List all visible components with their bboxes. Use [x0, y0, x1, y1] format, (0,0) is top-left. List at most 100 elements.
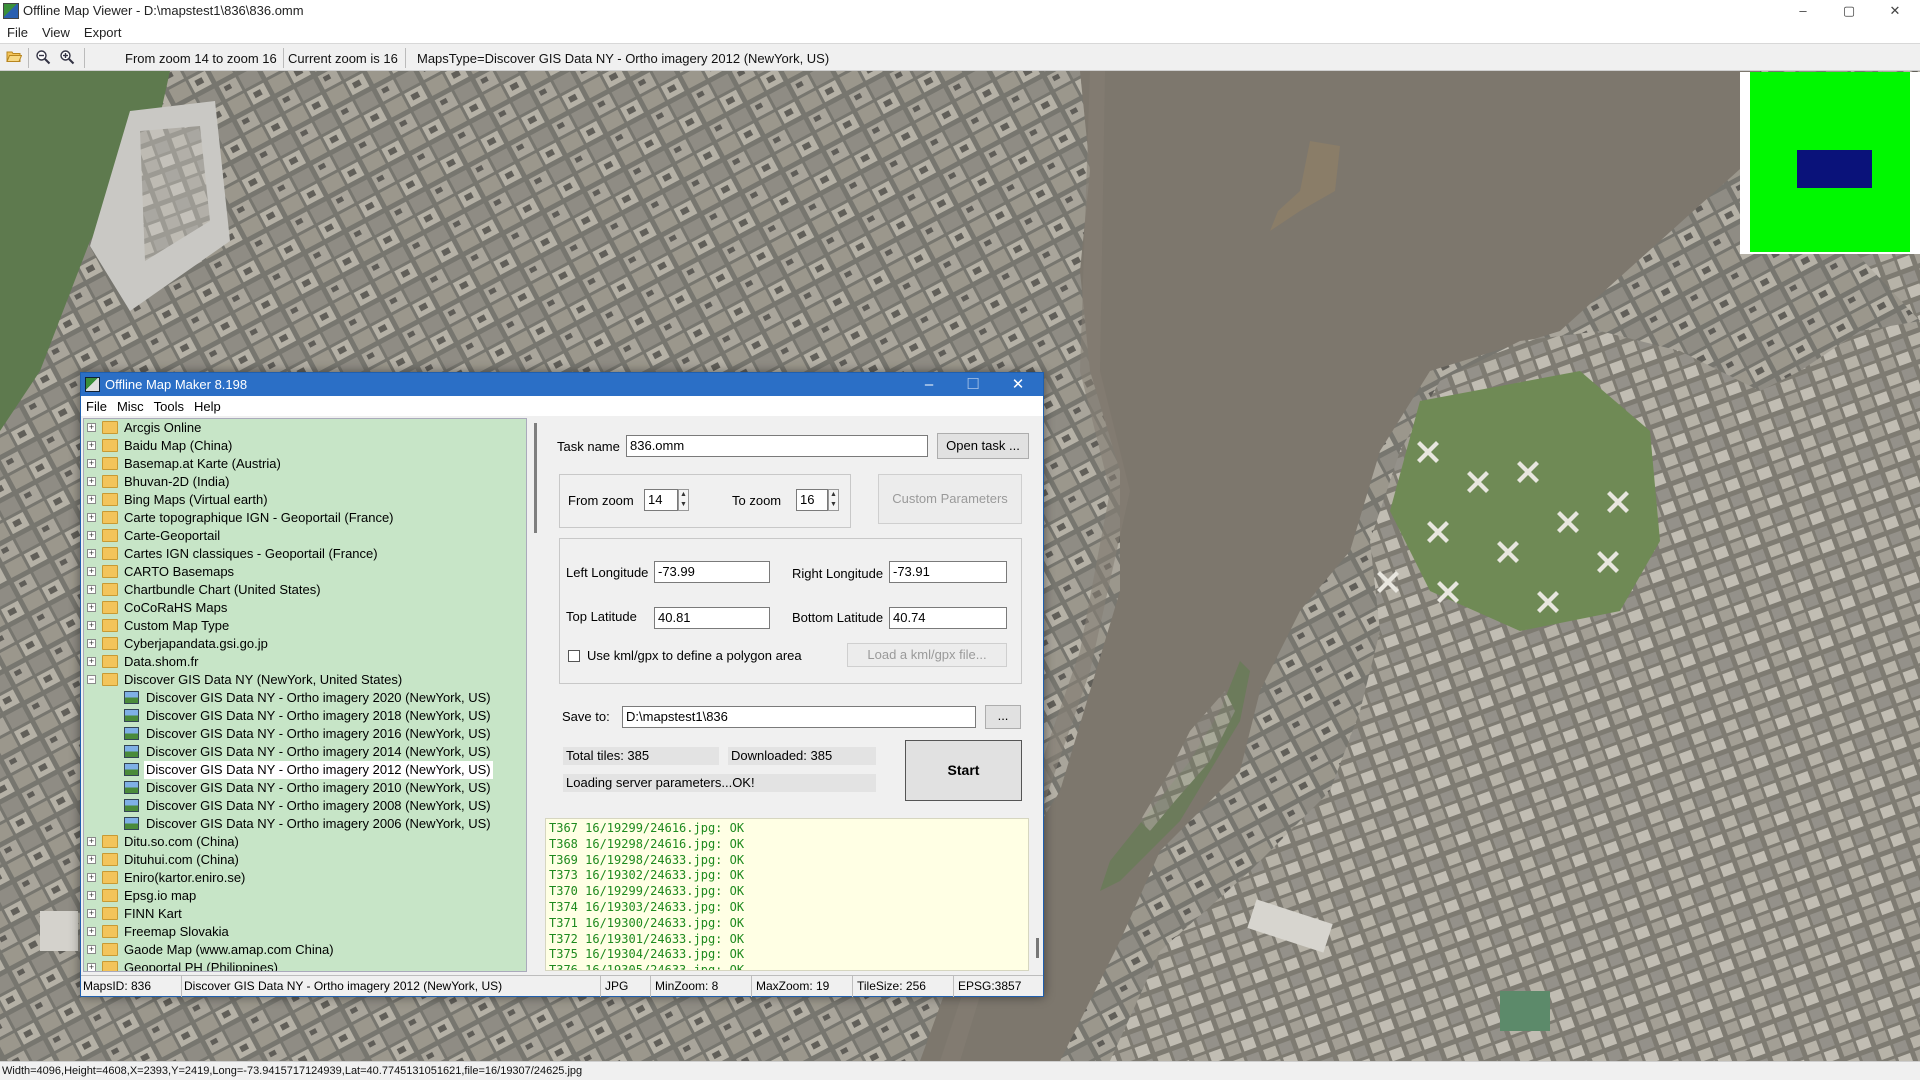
tree-folder-item[interactable]: + Cartes IGN classiques - Geoportail (Fra… [84, 545, 524, 563]
tree-folder-item[interactable]: − Discover GIS Data NY (NewYork, United S… [84, 671, 524, 689]
expand-icon[interactable]: + [87, 567, 96, 576]
save-to-input[interactable]: D:\mapstest1\836 [622, 706, 976, 728]
custom-parameters-button[interactable]: Custom Parameters [878, 474, 1022, 524]
restore-button[interactable]: ▢ [1826, 0, 1872, 22]
expand-icon[interactable]: + [87, 441, 96, 450]
menu-view[interactable]: View [35, 22, 77, 43]
zoom-out-icon[interactable] [34, 49, 52, 67]
tree-map-item[interactable]: Discover GIS Data NY - Ortho imagery 201… [84, 779, 524, 797]
minimize-button[interactable]: – [1780, 0, 1826, 22]
expand-icon[interactable]: + [87, 477, 96, 486]
tree-folder-item[interactable]: + Freemap Slovakia [84, 923, 524, 941]
tree-map-item[interactable]: Discover GIS Data NY - Ortho imagery 201… [84, 743, 524, 761]
tree-map-item[interactable]: Discover GIS Data NY - Ortho imagery 202… [84, 689, 524, 707]
tree-folder-item[interactable]: + Epsg.io map [84, 887, 524, 905]
left-longitude-input[interactable]: -73.99 [654, 561, 770, 583]
expand-icon[interactable]: + [87, 837, 96, 846]
start-button[interactable]: Start [905, 740, 1022, 801]
dialog-menu-misc[interactable]: Misc [112, 396, 149, 417]
expand-icon[interactable]: + [87, 873, 96, 882]
tree-folder-item[interactable]: + Baidu Map (China) [84, 437, 524, 455]
top-latitude-input[interactable]: 40.81 [654, 607, 770, 629]
tree-folder-item[interactable]: + Arcgis Online [84, 419, 524, 437]
tree-folder-item[interactable]: + Carte topographique IGN - Geoportail (F… [84, 509, 524, 527]
tree-folder-item[interactable]: + Geoportal PH (Philippines) [84, 959, 524, 971]
overview-viewport-indicator[interactable] [1797, 150, 1872, 188]
use-kml-checkbox[interactable] [568, 650, 580, 662]
dialog-menu-help[interactable]: Help [189, 396, 226, 417]
tree-folder-item[interactable]: + Data.shom.fr [84, 653, 524, 671]
tree-folder-item[interactable]: + Eniro(kartor.eniro.se) [84, 869, 524, 887]
tree-map-item[interactable]: Discover GIS Data NY - Ortho imagery 201… [84, 725, 524, 743]
dialog-close-button[interactable]: ✕ [996, 373, 1040, 396]
tree-map-item[interactable]: Discover GIS Data NY - Ortho imagery 200… [84, 797, 524, 815]
tree-folder-item[interactable]: + Bhuvan-2D (India) [84, 473, 524, 491]
tree-scrollbar[interactable] [531, 418, 541, 972]
menu-export[interactable]: Export [77, 22, 129, 43]
log-line: T369 16/19298/24633.jpg: OK [549, 852, 745, 867]
tree-folder-item[interactable]: + Carte-Geoportail [84, 527, 524, 545]
expand-icon[interactable]: + [87, 603, 96, 612]
open-folder-icon[interactable] [5, 49, 23, 67]
expand-icon[interactable]: + [87, 855, 96, 864]
expand-icon[interactable]: + [87, 423, 96, 432]
log-scrollbar[interactable] [1031, 818, 1043, 971]
from-zoom-spinner[interactable]: ▲ ▼ [678, 489, 689, 511]
tree-item-label: Discover GIS Data NY - Ortho imagery 202… [146, 690, 491, 705]
right-longitude-input[interactable]: -73.91 [889, 561, 1007, 583]
browse-folder-button[interactable]: ... [985, 705, 1021, 729]
download-log[interactable]: T367 16/19299/24616.jpg: OK T368 16/19298… [545, 818, 1029, 971]
expand-icon[interactable]: + [87, 909, 96, 918]
expand-icon[interactable]: + [87, 531, 96, 540]
folder-icon [102, 655, 118, 668]
close-button[interactable]: ✕ [1872, 0, 1918, 22]
expand-icon[interactable]: + [87, 927, 96, 936]
load-kml-button[interactable]: Load a kml/gpx file... [847, 643, 1007, 667]
tree-folder-item[interactable]: + Bing Maps (Virtual earth) [84, 491, 524, 509]
dialog-menu-file[interactable]: File [81, 396, 112, 417]
tree-map-item[interactable]: Discover GIS Data NY - Ortho imagery 200… [84, 815, 524, 833]
collapse-icon[interactable]: − [87, 675, 96, 684]
open-task-button[interactable]: Open task ... [937, 433, 1029, 459]
expand-icon[interactable]: + [87, 549, 96, 558]
tree-folder-item[interactable]: + Gaode Map (www.amap.com China) [84, 941, 524, 959]
tree-folder-item[interactable]: + Dituhui.com (China) [84, 851, 524, 869]
tree-folder-item[interactable]: + Chartbundle Chart (United States) [84, 581, 524, 599]
tree-folder-item[interactable]: + CARTO Basemaps [84, 563, 524, 581]
expand-icon[interactable]: + [87, 495, 96, 504]
dialog-menu-tools[interactable]: Tools [149, 396, 189, 417]
bottom-latitude-input[interactable]: 40.74 [889, 607, 1007, 629]
expand-icon[interactable]: + [87, 891, 96, 900]
current-zoom-label: Current zoom is 16 [288, 51, 398, 66]
dialog-maximize-button[interactable]: ☐ [951, 373, 995, 396]
expand-icon[interactable]: + [87, 945, 96, 954]
task-name-input[interactable]: 836.omm [626, 435, 928, 457]
zoom-in-icon[interactable] [58, 49, 76, 67]
tree-folder-item[interactable]: + Basemap.at Karte (Austria) [84, 455, 524, 473]
tree-map-item[interactable]: Discover GIS Data NY - Ortho imagery 201… [84, 761, 524, 779]
to-zoom-input[interactable]: 16 [796, 489, 828, 511]
log-scrollbar-thumb[interactable] [1036, 938, 1039, 958]
tree-item-label: Ditu.so.com (China) [124, 834, 239, 849]
tree-folder-item[interactable]: + CoCoRaHS Maps [84, 599, 524, 617]
map-name-cell: Discover GIS Data NY - Ortho imagery 201… [182, 976, 601, 997]
expand-icon[interactable]: + [87, 621, 96, 630]
tree-scrollbar-thumb[interactable] [534, 423, 537, 533]
tree-folder-item[interactable]: + FINN Kart [84, 905, 524, 923]
tree-folder-item[interactable]: + Ditu.so.com (China) [84, 833, 524, 851]
tree-folder-item[interactable]: + Custom Map Type [84, 617, 524, 635]
tree-folder-item[interactable]: + Cyberjapandata.gsi.go.jp [84, 635, 524, 653]
to-zoom-spinner[interactable]: ▲ ▼ [828, 489, 839, 511]
expand-icon[interactable]: + [87, 963, 96, 971]
from-zoom-input[interactable]: 14 [644, 489, 678, 511]
menu-file[interactable]: File [0, 22, 35, 43]
map-type-tree[interactable]: + Arcgis Online + Baidu Map (China) + Basemap… [83, 418, 527, 972]
expand-icon[interactable]: + [87, 585, 96, 594]
dialog-minimize-button[interactable]: – [907, 373, 951, 396]
expand-icon[interactable]: + [87, 513, 96, 522]
expand-icon[interactable]: + [87, 639, 96, 648]
overview-minimap[interactable] [1740, 72, 1920, 254]
expand-icon[interactable]: + [87, 657, 96, 666]
tree-map-item[interactable]: Discover GIS Data NY - Ortho imagery 201… [84, 707, 524, 725]
expand-icon[interactable]: + [87, 459, 96, 468]
